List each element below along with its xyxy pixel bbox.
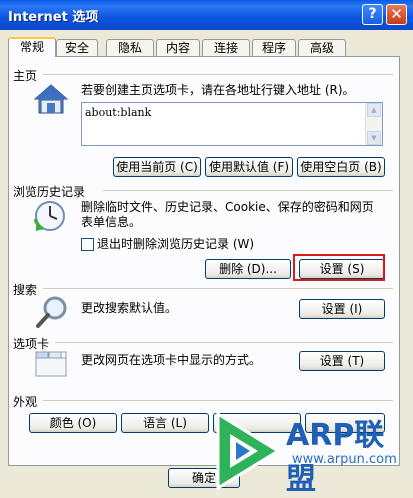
help-button[interactable]: ?: [362, 4, 383, 25]
tab-content[interactable]: 内容: [156, 39, 200, 56]
tabs-settings-button[interactable]: 设置 (T): [299, 351, 385, 371]
delete-on-exit-label: 退出时删除浏览历史记录 (W): [97, 237, 255, 251]
tab-security[interactable]: 安全: [56, 39, 98, 56]
tabs-separator: [55, 342, 393, 343]
scroll-down-icon[interactable]: ▼: [367, 131, 381, 145]
tab-label: 连接: [213, 41, 238, 55]
history-section-label: 浏览历史记录: [13, 185, 86, 199]
tab-label: 隐私: [117, 41, 142, 55]
delete-on-exit-checkbox[interactable]: [81, 238, 94, 251]
tab-general[interactable]: 常规: [8, 37, 56, 57]
home-icon: [33, 83, 69, 115]
search-settings-button[interactable]: 设置 (I): [299, 299, 385, 319]
delete-history-button[interactable]: 删除 (D)...: [205, 259, 291, 279]
tab-connections[interactable]: 连接: [202, 39, 250, 56]
title-bar[interactable]: Internet 选项 ? ✕: [0, 0, 413, 30]
tab-advanced[interactable]: 高级: [298, 39, 346, 56]
languages-button[interactable]: 语言 (L): [121, 413, 209, 433]
close-icon: ✕: [390, 5, 403, 23]
tab-label: 常规: [19, 40, 44, 54]
history-description-line2: 表单信息。: [81, 215, 142, 229]
address-scrollbar[interactable]: ▲ ▼: [365, 103, 382, 145]
home-address-value: about:blank: [85, 106, 152, 119]
scroll-up-icon[interactable]: ▲: [367, 103, 381, 117]
use-default-button[interactable]: 使用默认值 (F): [205, 157, 293, 177]
tab-label: 高级: [309, 41, 334, 55]
highlight-box: [293, 254, 385, 281]
tab-privacy[interactable]: 隐私: [106, 39, 154, 56]
appearance-section-label: 外观: [13, 395, 38, 409]
search-description: 更改搜索默认值。: [81, 301, 178, 315]
tab-programs[interactable]: 程序: [252, 39, 296, 56]
home-separator: [43, 74, 393, 75]
home-address-input[interactable]: about:blank ▲ ▼: [81, 102, 383, 146]
arp-logo-icon: [216, 411, 281, 491]
arp-watermark: ARP联盟 www.arpun.com: [206, 402, 413, 497]
use-blank-button[interactable]: 使用空白页 (B): [297, 157, 385, 177]
colors-button[interactable]: 颜色 (O): [29, 413, 117, 433]
history-separator: [103, 190, 393, 191]
search-section-label: 搜索: [13, 283, 38, 297]
appearance-separator: [43, 400, 393, 401]
home-description: 若要创建主页选项卡，请在各地址行键入地址 (R)。: [81, 83, 355, 97]
search-icon: [35, 295, 69, 329]
tabs-description: 更改网页在选项卡中显示的方式。: [81, 353, 262, 367]
tab-label: 安全: [64, 41, 89, 55]
tabs-window-icon: [35, 348, 69, 378]
search-separator: [43, 288, 393, 289]
watermark-url: www.arpun.com: [292, 452, 397, 467]
help-icon: ?: [368, 6, 377, 22]
internet-options-window: Internet 选项 ? ✕ 常规 安全 隐私 内容 连接 程序 高级 主页 …: [0, 0, 413, 497]
tab-label: 程序: [261, 41, 286, 55]
history-description-line1: 删除临时文件、历史记录、Cookie、保存的密码和网页: [81, 200, 374, 214]
home-section-label: 主页: [13, 69, 38, 83]
history-clock-icon: [33, 199, 69, 233]
use-current-button[interactable]: 使用当前页 (C): [113, 157, 201, 177]
close-button[interactable]: ✕: [386, 4, 407, 25]
tab-label: 内容: [165, 41, 190, 55]
window-title: Internet 选项: [8, 10, 99, 25]
